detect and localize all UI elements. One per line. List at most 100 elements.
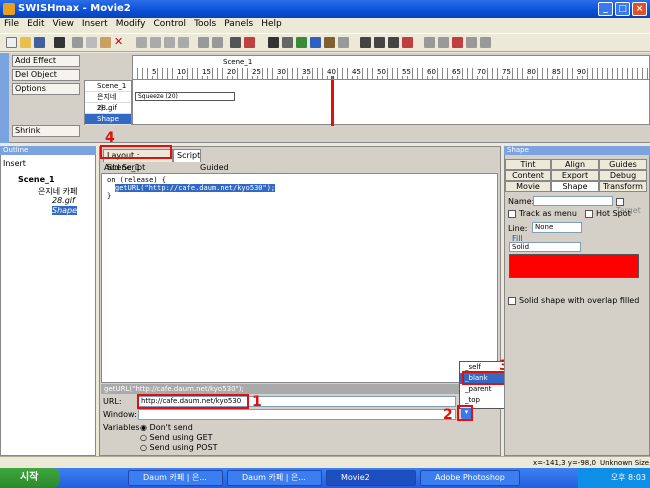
clock: 오후 8:03 <box>610 473 646 482</box>
menu-insert[interactable]: Insert <box>78 18 112 30</box>
timeline-tab[interactable] <box>0 53 9 143</box>
play-frame-icon[interactable] <box>402 37 413 48</box>
timeline-row[interactable]: Shape <box>85 114 131 125</box>
find-icon[interactable] <box>54 37 65 48</box>
add-effect-button[interactable]: Add Effect <box>12 55 80 67</box>
minimize-button[interactable]: _ <box>598 2 613 16</box>
next-frame-icon[interactable] <box>466 37 477 48</box>
insert-menu[interactable]: Insert <box>3 159 26 168</box>
help-icon[interactable] <box>230 37 241 48</box>
menu-tools[interactable]: Tools <box>190 18 220 30</box>
guided-menu[interactable]: Guided <box>200 163 229 172</box>
timeline-rows: Scene_1 은지네 카... 28.gif Shape <box>84 80 132 125</box>
status-bar: x=-141,3 y=-98,0 Unknown Size <box>0 456 650 468</box>
scene-icon[interactable] <box>268 37 279 48</box>
sprite-icon[interactable] <box>324 37 335 48</box>
tab-export[interactable]: Export <box>551 170 599 181</box>
squeeze-effect[interactable]: Squeeze (20) <box>135 92 235 101</box>
tab-script[interactable]: Script <box>173 149 201 162</box>
script-status: getURL("http://cafe.daum.net/kyo530"); <box>101 384 498 394</box>
hot-spot-checkbox[interactable]: Hot Spot <box>585 209 631 218</box>
marker-icon[interactable] <box>452 37 463 48</box>
maximize-button[interactable]: □ <box>615 2 630 16</box>
tab-shape[interactable]: Shape <box>551 181 599 192</box>
menu-edit[interactable]: Edit <box>23 18 48 30</box>
fill-color-swatch[interactable] <box>509 254 639 278</box>
cut-icon[interactable] <box>72 37 83 48</box>
tab-tint[interactable]: Tint <box>505 159 551 170</box>
timeline-row[interactable]: Scene_1 <box>85 81 131 92</box>
size-readout: Unknown Size <box>600 459 650 467</box>
stop-icon[interactable] <box>374 37 385 48</box>
fill-select[interactable]: Solid <box>509 242 581 252</box>
move-down-icon[interactable] <box>150 37 161 48</box>
menu-help[interactable]: Help <box>257 18 286 30</box>
name-field[interactable] <box>533 196 613 206</box>
annotation-2: 2 <box>443 407 453 423</box>
play-movie-icon[interactable] <box>360 37 371 48</box>
delete-icon[interactable]: ✕ <box>114 36 125 48</box>
script-editor[interactable]: on (release) { getURL("http://cafe.daum.… <box>101 173 498 383</box>
new-icon[interactable] <box>6 37 17 48</box>
taskbar-item[interactable]: Daum 카페 | 은... <box>128 470 223 486</box>
options-button[interactable]: Options <box>12 83 80 95</box>
taskbar-item-active[interactable]: Movie2 <box>326 470 416 486</box>
code-line: on (release) { <box>107 176 167 184</box>
solid-overlap-checkbox[interactable]: Solid shape with overlap filled <box>508 296 639 305</box>
window-field[interactable] <box>138 409 456 420</box>
tab-debug[interactable]: Debug <box>599 170 647 181</box>
move-top-icon[interactable] <box>164 37 175 48</box>
close-button[interactable]: × <box>632 2 647 16</box>
add-script-menu[interactable]: Add Script <box>104 163 145 172</box>
tab-content[interactable]: Content <box>505 170 551 181</box>
last-frame-icon[interactable] <box>480 37 491 48</box>
code-line-selected: getURL("http://cafe.daum.net/kyo530"); <box>115 184 276 192</box>
menu-control[interactable]: Control <box>150 18 191 30</box>
taskbar-item[interactable]: Daum 카페 | 은... <box>227 470 322 486</box>
tab-guides[interactable]: Guides <box>599 159 647 170</box>
send-get-radio[interactable]: ○ Send using GET <box>140 433 213 442</box>
tree-image[interactable]: 28.gif <box>52 196 75 205</box>
tab-align[interactable]: Align <box>551 159 599 170</box>
tab-movie[interactable]: Movie <box>505 181 551 192</box>
start-button[interactable]: 시작 <box>0 468 60 488</box>
move-up-icon[interactable] <box>136 37 147 48</box>
menu-panels[interactable]: Panels <box>220 18 257 30</box>
play-icon[interactable] <box>388 37 399 48</box>
tab-transform[interactable]: Transform <box>599 181 647 192</box>
variables-label: Variables <box>103 423 140 432</box>
timeline-row[interactable]: 28.gif <box>85 103 131 114</box>
redo-icon[interactable] <box>212 37 223 48</box>
save-icon[interactable] <box>34 37 45 48</box>
send-post-radio[interactable]: ○ Send using POST <box>140 443 217 452</box>
line-label: Line: <box>508 224 528 233</box>
menu-file[interactable]: File <box>0 18 23 30</box>
timeline-grid[interactable]: Scene_1 Squeeze (20) <box>132 55 650 126</box>
copy-icon[interactable] <box>86 37 97 48</box>
main-toolbar: ✕ <box>0 33 650 52</box>
taskbar: 시작 Daum 카페 | 은... Daum 카페 | 은... Movie2 … <box>0 468 650 488</box>
tree-shape[interactable]: Shape <box>52 206 78 215</box>
menu-view[interactable]: View <box>49 18 78 30</box>
image-icon[interactable] <box>296 37 307 48</box>
undo-icon[interactable] <box>198 37 209 48</box>
effect-icon[interactable] <box>244 37 255 48</box>
tree-scene[interactable]: Scene_1 <box>18 175 55 184</box>
shape-icon[interactable] <box>338 37 349 48</box>
prev-frame-icon[interactable] <box>438 37 449 48</box>
shrink-button[interactable]: Shrink <box>12 125 80 137</box>
line-select[interactable]: None <box>532 222 582 233</box>
dont-send-radio[interactable]: ◉ Don't send <box>140 423 193 432</box>
del-object-button[interactable]: Del Object <box>12 69 80 81</box>
first-frame-icon[interactable] <box>424 37 435 48</box>
taskbar-item[interactable]: Adobe Photoshop <box>420 470 520 486</box>
text-icon[interactable] <box>282 37 293 48</box>
move-bottom-icon[interactable] <box>178 37 189 48</box>
shape-title: Shape <box>504 146 650 155</box>
track-as-menu-checkbox[interactable]: Track as menu <box>508 209 577 218</box>
button-icon[interactable] <box>310 37 321 48</box>
open-icon[interactable] <box>20 37 31 48</box>
timeline-row[interactable]: 은지네 카... <box>85 92 131 112</box>
paste-icon[interactable] <box>100 37 111 48</box>
menu-modify[interactable]: Modify <box>112 18 150 30</box>
